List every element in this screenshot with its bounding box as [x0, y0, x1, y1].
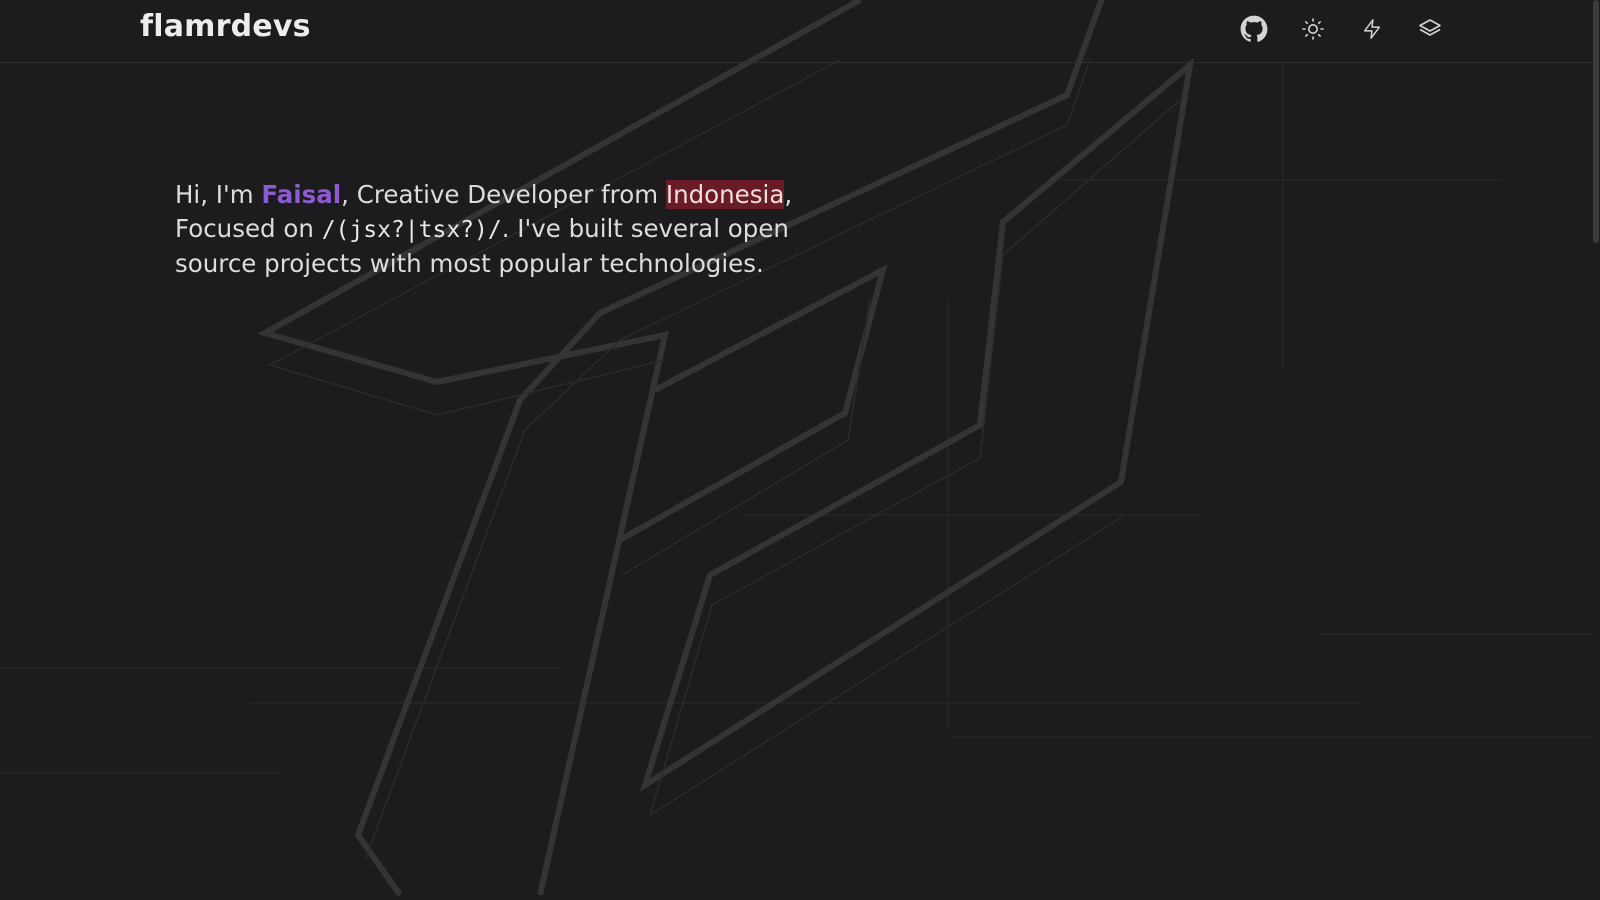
- site-logo[interactable]: flamrdevs: [140, 9, 311, 44]
- background-logo-graphic: [0, 0, 1600, 897]
- sun-icon[interactable]: [1298, 14, 1328, 44]
- intro-paragraph: Hi, I'm Faisal, Creative Developer from …: [175, 178, 815, 281]
- bolt-icon[interactable]: [1357, 14, 1387, 44]
- github-icon[interactable]: [1239, 14, 1269, 44]
- country-highlight: Indonesia: [665, 180, 785, 209]
- top-navbar: flamrdevs: [0, 0, 1600, 63]
- author-name: Faisal: [261, 180, 342, 209]
- intro-role: , Creative Developer from: [341, 180, 666, 209]
- intro-comma: ,: [784, 180, 793, 209]
- regex-code: /(jsx?|tsx?)/: [321, 217, 502, 243]
- intro-greeting: Hi, I'm: [175, 180, 262, 209]
- scrollbar-thumb[interactable]: [1593, 0, 1599, 243]
- layers-icon[interactable]: [1415, 14, 1445, 44]
- page-scrollbar[interactable]: [1592, 0, 1600, 900]
- intro-focused: Focused on: [175, 214, 322, 243]
